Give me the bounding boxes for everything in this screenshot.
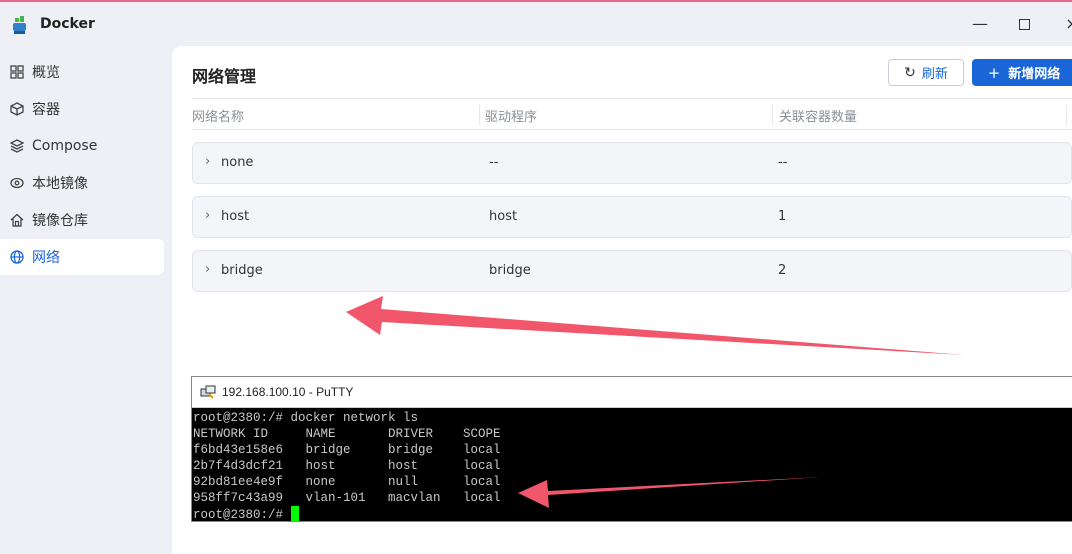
column-divider xyxy=(479,105,480,125)
terminal-line: 958ff7c43a99 vlan-101 macvlan local xyxy=(193,491,501,505)
disk-icon xyxy=(9,175,25,191)
sidebar-item-registry[interactable]: 镜像仓库 xyxy=(0,202,164,238)
table-row[interactable]: › bridge bridge 2 xyxy=(192,250,1072,292)
sidebar-item-compose[interactable]: Compose xyxy=(0,128,164,164)
plus-icon: + xyxy=(987,63,1001,82)
terminal-cursor xyxy=(290,506,299,521)
table-header: 网络名称 驱动程序 关联容器数量 xyxy=(192,98,1072,130)
table-row[interactable]: › none -- -- xyxy=(192,142,1072,184)
network-container-count: 1 xyxy=(778,209,787,224)
maximize-button[interactable] xyxy=(1014,14,1034,34)
close-button[interactable]: × xyxy=(1062,14,1072,34)
chevron-right-icon[interactable]: › xyxy=(205,154,210,169)
cube-icon xyxy=(9,101,25,117)
network-name: bridge xyxy=(221,263,263,278)
page-title: 网络管理 xyxy=(192,67,257,86)
sidebar-item-label: Compose xyxy=(32,138,98,154)
app-title: Docker xyxy=(40,16,95,32)
home-icon xyxy=(9,212,25,228)
sidebar-item-label: 容器 xyxy=(32,102,60,118)
layers-icon xyxy=(9,138,25,154)
chevron-right-icon[interactable]: › xyxy=(205,208,210,223)
terminal-prompt: root@2380:/# xyxy=(193,508,291,522)
refresh-button[interactable]: ↻ 刷新 xyxy=(888,59,964,86)
column-divider xyxy=(772,105,773,125)
terminal-line: f6bd43e158e6 bridge bridge local xyxy=(193,443,501,457)
refresh-label: 刷新 xyxy=(921,67,948,82)
grid-icon xyxy=(9,64,25,80)
network-driver: bridge xyxy=(489,263,531,278)
sidebar-item-label: 本地镜像 xyxy=(32,176,88,192)
sidebar-item-network[interactable]: 网络 xyxy=(0,239,164,275)
sidebar-item-label: 网络 xyxy=(32,250,60,266)
table-row[interactable]: › host host 1 xyxy=(192,196,1072,238)
sidebar-item-label: 概览 xyxy=(32,65,60,81)
refresh-icon: ↻ xyxy=(904,64,916,81)
putty-window[interactable]: 192.168.100.10 - PuTTY root@2380:/# dock… xyxy=(191,376,1072,522)
title-bar: Docker — × xyxy=(0,0,1072,46)
network-name: host xyxy=(221,209,250,224)
network-driver: -- xyxy=(489,155,499,170)
maximize-icon xyxy=(1018,19,1030,30)
sidebar-item-label: 镜像仓库 xyxy=(32,213,88,229)
network-container-count: -- xyxy=(778,155,788,170)
sidebar-item-local-images[interactable]: 本地镜像 xyxy=(0,165,164,201)
column-header-name[interactable]: 网络名称 xyxy=(192,106,244,125)
minimize-button[interactable]: — xyxy=(970,14,990,34)
add-network-button[interactable]: + 新增网络 xyxy=(972,59,1072,86)
terminal-line: 2b7f4d3dcf21 host host local xyxy=(193,459,501,473)
chevron-right-icon[interactable]: › xyxy=(205,262,210,277)
network-driver: host xyxy=(489,209,518,224)
terminal-line: 92bd81ee4e9f none null local xyxy=(193,475,501,489)
terminal-prompt-line[interactable]: root@2380:/# xyxy=(193,506,1072,523)
column-header-driver[interactable]: 驱动程序 xyxy=(485,106,537,125)
sidebar-item-overview[interactable]: 概览 xyxy=(0,54,164,90)
column-header-count[interactable]: 关联容器数量 xyxy=(779,106,857,125)
terminal-line: root@2380:/# docker network ls xyxy=(193,411,419,425)
network-container-count: 2 xyxy=(778,263,787,278)
network-name: none xyxy=(221,155,254,170)
docker-logo-icon xyxy=(13,16,26,34)
putty-title: 192.168.100.10 - PuTTY xyxy=(222,385,354,399)
putty-title-bar[interactable]: 192.168.100.10 - PuTTY xyxy=(192,377,1072,408)
globe-icon xyxy=(9,249,25,265)
sidebar: 概览 容器 Compose 本地镜像 镜像仓库 网络 xyxy=(0,46,172,554)
column-divider xyxy=(1066,105,1067,125)
putty-icon xyxy=(200,385,216,399)
terminal-output[interactable]: root@2380:/# docker network ls NETWORK ID… xyxy=(193,410,1072,523)
sidebar-item-containers[interactable]: 容器 xyxy=(0,91,164,127)
add-network-label: 新增网络 xyxy=(1008,67,1061,82)
terminal-line: NETWORK ID NAME DRIVER SCOPE xyxy=(193,427,501,441)
